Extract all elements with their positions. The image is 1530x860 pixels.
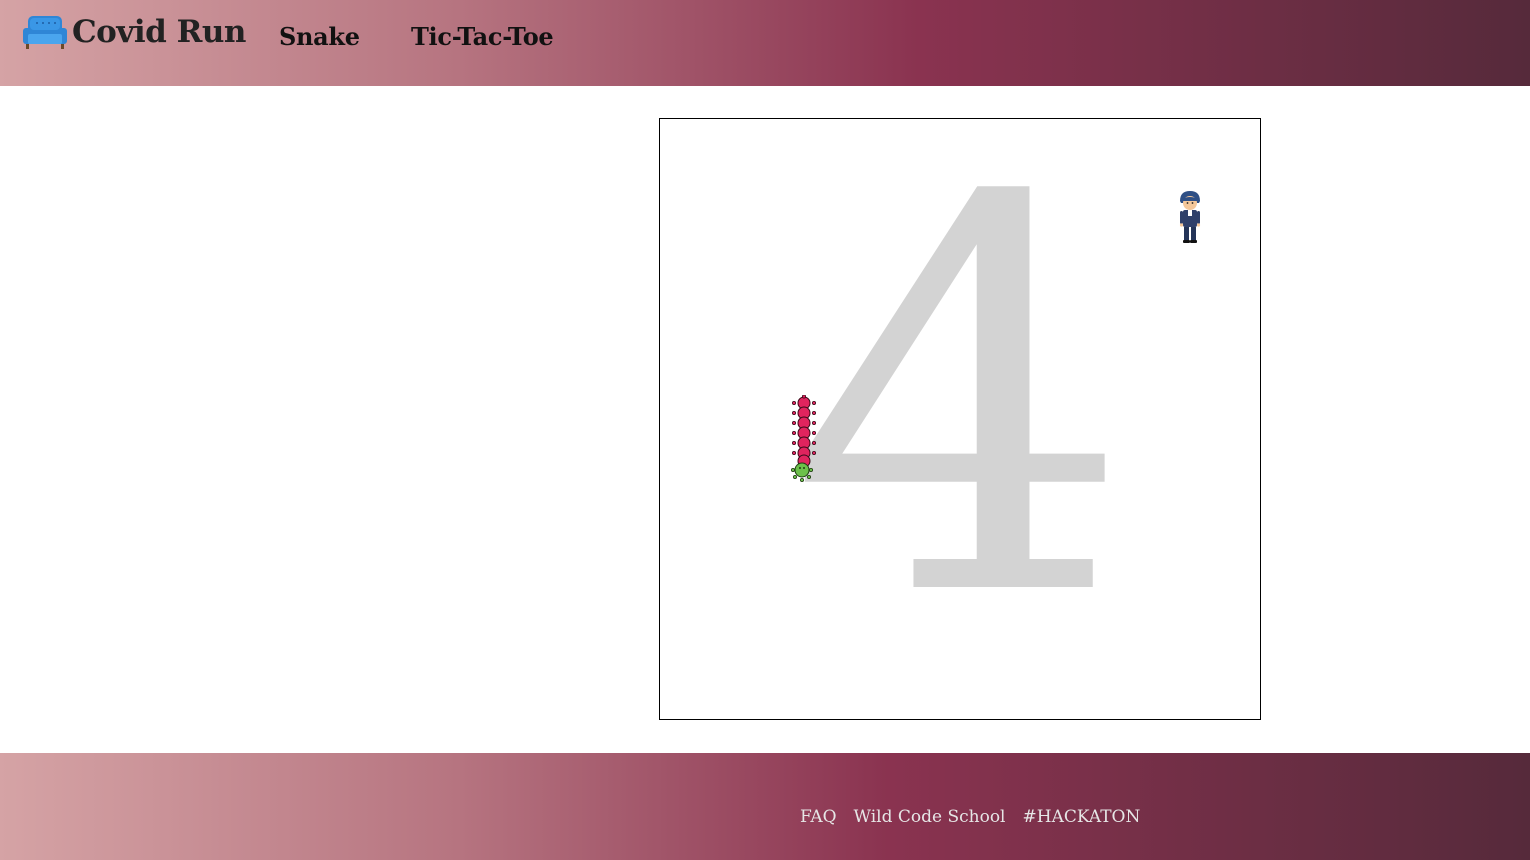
person-icon [1179,191,1201,243]
nav-link-tic-tac-toe[interactable]: Tic-Tac-Toe [411,22,554,51]
brand[interactable]: Covid Run [22,12,246,52]
virus-snake-body [792,395,816,468]
brand-title: Covid Run [72,14,246,50]
virus-snake-head [790,462,813,483]
countdown-display: 4 [788,119,1132,715]
nav-link-snake[interactable]: Snake [279,22,360,51]
footer: FAQ Wild Code School #HACKATON [0,753,1530,860]
footer-link-wild-code-school[interactable]: Wild Code School [854,807,1006,827]
game-board[interactable]: 4 [659,118,1261,720]
footer-link-faq[interactable]: FAQ [800,807,837,827]
virus-snake [790,395,816,483]
countdown-number: 4 [788,119,1132,715]
footer-links: FAQ Wild Code School #HACKATON [800,807,1140,827]
top-navbar: Covid Run Snake Tic-Tac-Toe [0,0,1530,86]
footer-link-hackaton[interactable]: #HACKATON [1023,807,1141,827]
player-character [1179,191,1201,243]
couch-icon [23,16,67,49]
